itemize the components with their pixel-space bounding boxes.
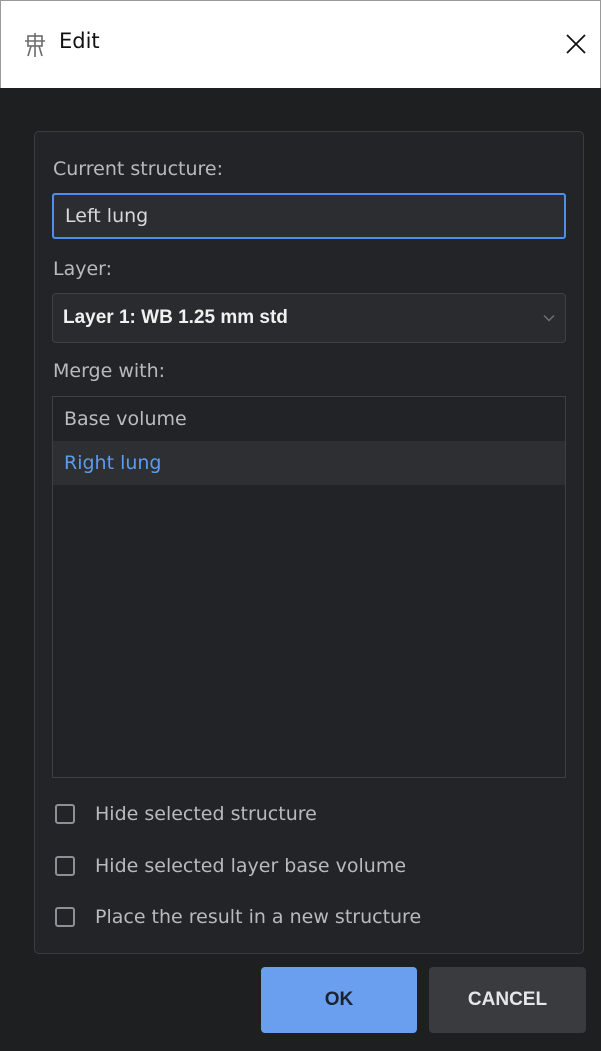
window-title: Edit <box>59 29 100 53</box>
layer-select[interactable]: Layer 1: WB 1.25 mm std <box>52 293 566 343</box>
chevron-down-icon <box>543 315 555 322</box>
list-item-right-lung[interactable]: Right lung <box>53 441 565 485</box>
hide-layer-base-volume-option[interactable]: Hide selected layer base volume <box>55 851 406 881</box>
list-item-base-volume[interactable]: Base volume <box>53 397 565 441</box>
current-structure-input[interactable]: Left lung <box>52 193 566 239</box>
merge-with-label: Merge with: <box>53 360 166 382</box>
close-icon <box>566 34 586 54</box>
app-logo-icon <box>25 33 45 57</box>
checkbox-label: Hide selected layer base volume <box>95 855 407 877</box>
hide-layer-base-volume-checkbox[interactable] <box>55 856 75 876</box>
place-result-new-structure-checkbox[interactable] <box>55 907 75 927</box>
merge-with-list[interactable]: Base volume Right lung <box>52 396 566 778</box>
layer-label: Layer: <box>53 258 113 280</box>
cancel-button[interactable]: CANCEL <box>429 967 586 1033</box>
hide-selected-structure-checkbox[interactable] <box>55 804 75 824</box>
checkbox-label: Hide selected structure <box>95 803 317 825</box>
ok-button[interactable]: OK <box>261 967 417 1033</box>
layer-select-value: Layer 1: WB 1.25 mm std <box>63 307 288 328</box>
edit-dialog: Edit Current structure: Left lung Layer:… <box>0 0 601 1051</box>
title-bar: Edit <box>0 0 601 88</box>
close-button[interactable] <box>553 21 599 67</box>
current-structure-label: Current structure: <box>53 158 224 180</box>
place-result-new-structure-option[interactable]: Place the result in a new structure <box>55 902 421 932</box>
checkbox-label: Place the result in a new structure <box>95 906 422 928</box>
hide-selected-structure-option[interactable]: Hide selected structure <box>55 799 317 829</box>
